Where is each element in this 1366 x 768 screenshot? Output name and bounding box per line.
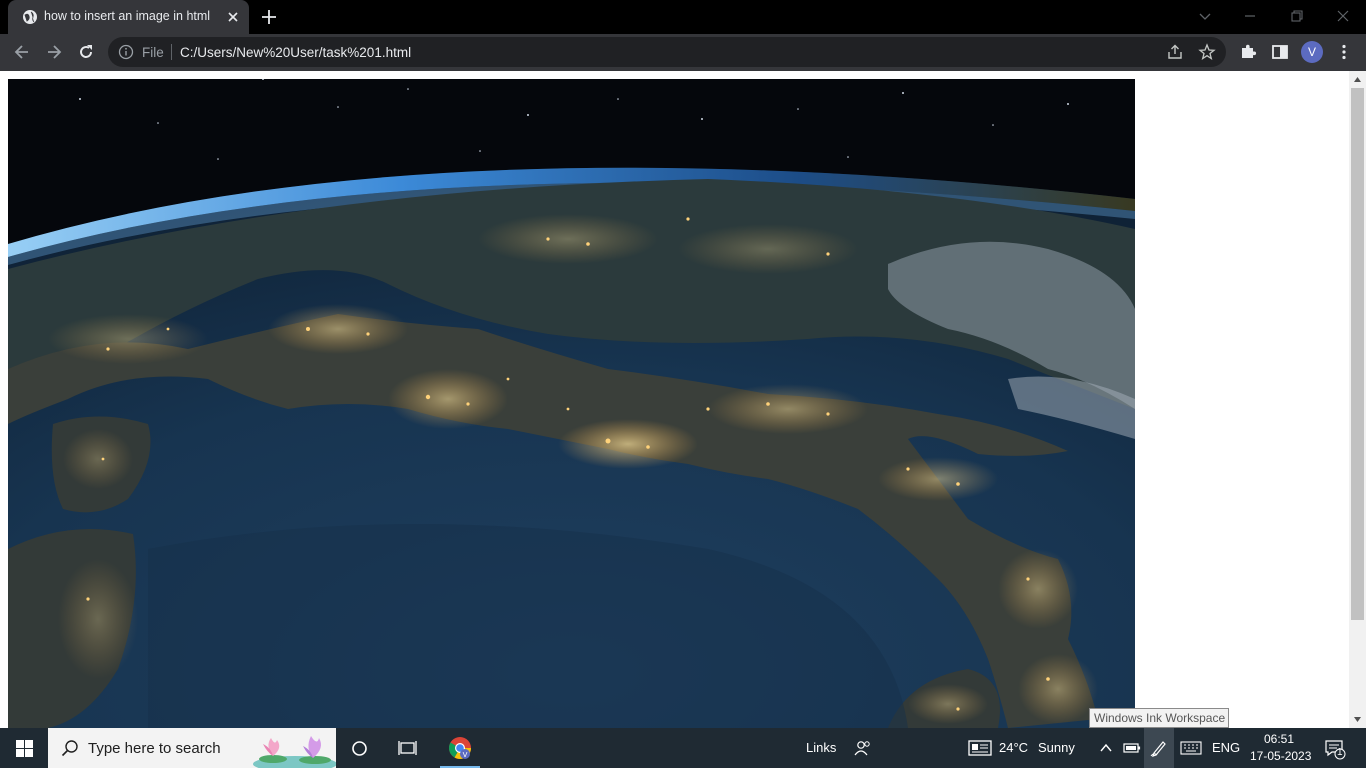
links-toolbar-label[interactable]: Links <box>806 740 836 755</box>
restore-icon[interactable] <box>1289 8 1305 24</box>
forward-arrow-icon[interactable] <box>44 42 64 62</box>
globe-icon <box>23 10 37 24</box>
close-window-icon[interactable] <box>1335 8 1351 24</box>
tab-title: how to insert an image in html <box>44 9 211 23</box>
people-icon[interactable] <box>854 739 872 757</box>
windows-logo-icon <box>16 740 33 757</box>
close-tab-icon[interactable] <box>225 9 241 25</box>
pen-icon <box>1150 741 1166 757</box>
vertical-scrollbar[interactable] <box>1349 71 1366 728</box>
scroll-up-arrow-icon[interactable] <box>1353 75 1362 84</box>
battery-icon[interactable] <box>1123 742 1141 754</box>
new-tab-icon[interactable] <box>260 8 278 26</box>
clock-time[interactable]: 06:51 <box>1264 732 1294 746</box>
earth-night-image <box>8 79 1135 728</box>
scrollbar-thumb[interactable] <box>1351 88 1364 620</box>
clock-date[interactable]: 17-05-2023 <box>1250 749 1311 763</box>
touch-keyboard-icon[interactable] <box>1180 741 1202 755</box>
input-language[interactable]: ENG <box>1212 740 1240 755</box>
tab-search-chevron-icon[interactable] <box>1197 8 1213 24</box>
kebab-menu-icon[interactable] <box>1334 42 1354 62</box>
cortana-circle-icon[interactable] <box>351 740 368 757</box>
extensions-puzzle-icon[interactable] <box>1238 42 1258 62</box>
reload-icon[interactable] <box>76 42 96 62</box>
tab-strip: how to insert an image in html <box>0 0 1366 34</box>
side-panel-icon[interactable] <box>1270 42 1290 62</box>
taskbar-search-box[interactable]: Type here to search <box>48 728 336 768</box>
ink-workspace-button[interactable] <box>1144 728 1174 768</box>
search-icon <box>61 740 78 757</box>
task-view-icon[interactable] <box>398 739 417 757</box>
back-arrow-icon[interactable] <box>12 42 32 62</box>
weather-condition[interactable]: Sunny <box>1038 740 1075 755</box>
lotus-flower-icon <box>253 736 336 768</box>
show-hidden-icons-chevron-icon[interactable] <box>1099 742 1113 754</box>
tooltip: Windows Ink Workspace <box>1089 708 1229 728</box>
minimize-icon[interactable] <box>1242 8 1258 24</box>
profile-avatar[interactable]: V <box>1301 41 1323 63</box>
browser-toolbar: File C:/Users/New%20User/task%201.html V <box>0 34 1366 71</box>
scroll-down-arrow-icon[interactable] <box>1353 715 1362 724</box>
taskbar-chrome-app[interactable]: V <box>437 728 483 768</box>
notification-count-badge: 1 <box>1337 747 1343 758</box>
windows-taskbar: Type here to search V Links 24°C Sunny E… <box>0 728 1366 768</box>
svg-text:V: V <box>463 751 468 759</box>
earth-night-illustration <box>8 79 1135 728</box>
start-button[interactable] <box>0 728 48 768</box>
weather-temperature[interactable]: 24°C <box>999 740 1028 755</box>
info-icon[interactable] <box>118 44 134 60</box>
address-bar[interactable]: File C:/Users/New%20User/task%201.html <box>108 37 1226 67</box>
url-scheme-label: File <box>142 45 164 60</box>
share-icon[interactable] <box>1166 43 1184 61</box>
omnibox-divider <box>171 44 172 60</box>
bookmark-star-icon[interactable] <box>1198 43 1216 61</box>
search-placeholder: Type here to search <box>88 740 221 757</box>
url-text[interactable]: C:/Users/New%20User/task%201.html <box>180 45 411 60</box>
news-weather-icon[interactable] <box>968 739 992 757</box>
page-viewport <box>0 71 1366 728</box>
chrome-icon: V <box>449 737 471 759</box>
browser-tab[interactable]: how to insert an image in html <box>8 0 249 34</box>
